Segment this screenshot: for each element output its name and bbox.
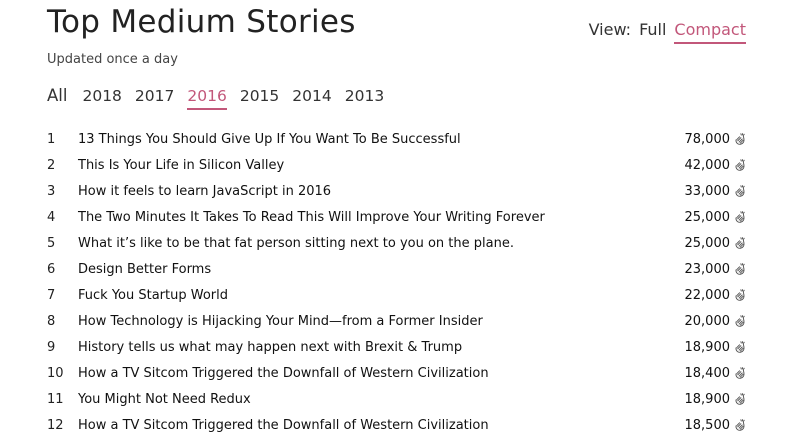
year-tabs: All 2018 2017 2016 2015 2014 2013 xyxy=(47,86,384,110)
story-row: 11 You Might Not Need Redux 18,900 xyxy=(47,386,747,412)
tab-2014[interactable]: 2014 xyxy=(292,87,331,108)
story-claps: 18,400 xyxy=(637,366,747,381)
story-rank: 9 xyxy=(47,339,56,355)
story-list: 1 13 Things You Should Give Up If You Wan… xyxy=(47,126,747,438)
story-title-link[interactable]: Fuck You Startup World xyxy=(78,288,637,303)
story-title-link[interactable]: How a TV Sitcom Triggered the Downfall o… xyxy=(78,418,637,433)
clap-icon xyxy=(733,288,747,302)
clap-count: 42,000 xyxy=(684,157,731,173)
clap-count: 18,900 xyxy=(684,339,731,355)
story-row: 8 How Technology is Hijacking Your Mind—f… xyxy=(47,308,747,334)
story-claps: 18,900 xyxy=(637,340,747,355)
page-subtitle: Updated once a day xyxy=(47,52,178,67)
story-title-link[interactable]: How it feels to learn JavaScript in 2016 xyxy=(78,184,637,199)
clap-icon xyxy=(733,158,747,172)
story-row: 1 13 Things You Should Give Up If You Wan… xyxy=(47,126,747,152)
clap-count: 78,000 xyxy=(684,131,731,147)
story-title-link[interactable]: History tells us what may happen next wi… xyxy=(78,340,637,355)
story-rank: 11 xyxy=(47,391,64,407)
view-label: View: xyxy=(588,20,632,39)
clap-count: 18,900 xyxy=(684,391,731,407)
story-claps: 22,000 xyxy=(637,288,747,303)
tab-2013[interactable]: 2013 xyxy=(345,87,384,108)
story-rank: 1 xyxy=(47,131,56,147)
story-claps: 18,900 xyxy=(637,392,747,407)
story-rank: 4 xyxy=(47,209,56,225)
tab-2018[interactable]: 2018 xyxy=(82,87,121,108)
story-row: 10 How a TV Sitcom Triggered the Downfall… xyxy=(47,360,747,386)
story-rank: 2 xyxy=(47,157,56,173)
story-row: 4 The Two Minutes It Takes To Read This W… xyxy=(47,204,747,230)
story-claps: 23,000 xyxy=(637,262,747,277)
clap-icon xyxy=(733,184,747,198)
story-claps: 78,000 xyxy=(637,132,747,147)
clap-icon xyxy=(733,418,747,432)
clap-count: 18,500 xyxy=(684,417,731,433)
story-claps: 42,000 xyxy=(637,158,747,173)
view-compact-option[interactable]: Compact xyxy=(674,20,746,44)
story-row: 7 Fuck You Startup World 22,000 xyxy=(47,282,747,308)
tab-all[interactable]: All xyxy=(47,86,67,108)
story-title-link[interactable]: This Is Your Life in Silicon Valley xyxy=(78,158,637,173)
clap-count: 33,000 xyxy=(684,183,731,199)
story-rank: 12 xyxy=(47,417,64,433)
story-claps: 20,000 xyxy=(637,314,747,329)
story-title-link[interactable]: 13 Things You Should Give Up If You Want… xyxy=(78,132,637,147)
story-row: 3 How it feels to learn JavaScript in 201… xyxy=(47,178,747,204)
clap-count: 22,000 xyxy=(684,287,731,303)
story-rank: 5 xyxy=(47,235,56,251)
story-row: 6 Design Better Forms 23,000 xyxy=(47,256,747,282)
story-claps: 25,000 xyxy=(637,236,747,251)
story-row: 5 What it’s like to be that fat person si… xyxy=(47,230,747,256)
clap-icon xyxy=(733,366,747,380)
clap-icon xyxy=(733,340,747,354)
story-title-link[interactable]: How a TV Sitcom Triggered the Downfall o… xyxy=(78,366,637,381)
tab-2016[interactable]: 2016 xyxy=(187,87,227,110)
story-claps: 18,500 xyxy=(637,418,747,433)
view-full-option[interactable]: Full xyxy=(639,20,666,39)
clap-icon xyxy=(733,132,747,146)
clap-count: 20,000 xyxy=(684,313,731,329)
clap-count: 25,000 xyxy=(684,209,731,225)
clap-icon xyxy=(733,392,747,406)
page-title: Top Medium Stories xyxy=(47,4,356,40)
story-title-link[interactable]: How Technology is Hijacking Your Mind—fr… xyxy=(78,314,637,329)
story-claps: 25,000 xyxy=(637,210,747,225)
tab-2017[interactable]: 2017 xyxy=(135,87,174,108)
story-rank: 6 xyxy=(47,261,56,277)
story-rank: 7 xyxy=(47,287,56,303)
story-row: 9 History tells us what may happen next w… xyxy=(47,334,747,360)
view-switch: View: Full Compact xyxy=(589,20,746,44)
story-rank: 8 xyxy=(47,313,56,329)
clap-icon xyxy=(733,236,747,250)
story-rank: 10 xyxy=(47,365,64,381)
clap-count: 25,000 xyxy=(684,235,731,251)
tab-2015[interactable]: 2015 xyxy=(240,87,279,108)
clap-icon xyxy=(733,262,747,276)
story-title-link[interactable]: What it’s like to be that fat person sit… xyxy=(78,236,637,251)
story-title-link[interactable]: The Two Minutes It Takes To Read This Wi… xyxy=(78,210,637,225)
clap-icon xyxy=(733,210,747,224)
story-row: 12 How a TV Sitcom Triggered the Downfall… xyxy=(47,412,747,438)
clap-count: 18,400 xyxy=(684,365,731,381)
story-rank: 3 xyxy=(47,183,56,199)
clap-count: 23,000 xyxy=(684,261,731,277)
story-title-link[interactable]: You Might Not Need Redux xyxy=(78,392,637,407)
clap-icon xyxy=(733,314,747,328)
story-row: 2 This Is Your Life in Silicon Valley 42,0… xyxy=(47,152,747,178)
story-title-link[interactable]: Design Better Forms xyxy=(78,262,637,277)
story-claps: 33,000 xyxy=(637,184,747,199)
